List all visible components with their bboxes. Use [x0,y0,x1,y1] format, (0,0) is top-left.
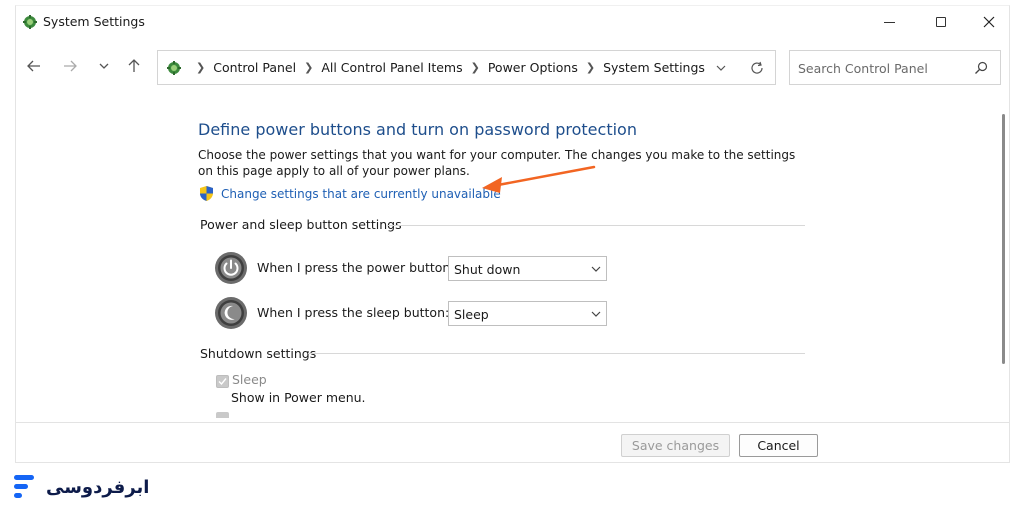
arrow-right-icon [64,60,77,72]
close-button[interactable] [966,6,1009,38]
power-icon [215,252,247,284]
divider [388,225,805,226]
search-box[interactable] [789,50,1001,85]
refresh-icon [751,61,763,74]
change-settings-label[interactable]: Change settings that are currently unava… [221,187,501,201]
chevron-right-icon[interactable]: ❯ [304,61,313,74]
minimize-button[interactable] [866,6,912,38]
power-button-label: When I press the power button: [257,260,455,275]
next-checkbox-partial[interactable] [216,412,229,418]
chevron-down-icon [591,311,601,317]
breadcrumb-power-options[interactable]: Power Options [488,60,578,75]
save-changes-button[interactable]: Save changes [621,434,730,457]
brand-logo: ابرفردوسی [14,472,149,502]
search-input[interactable] [798,59,968,77]
change-settings-link[interactable]: Change settings that are currently unava… [198,185,501,202]
breadcrumb: ❯ Control Panel ❯ All Control Panel Item… [188,51,705,84]
chevron-right-icon[interactable]: ❯ [471,61,480,74]
arrow-left-icon [27,60,40,72]
sleep-button-select[interactable]: Sleep [448,301,607,326]
maximize-icon [936,17,946,27]
address-bar[interactable]: ❯ Control Panel ❯ All Control Panel Item… [157,50,776,85]
maximize-button[interactable] [918,6,964,38]
sleep-checkbox-label: Sleep [232,372,267,387]
divider [308,353,805,354]
power-button-select[interactable]: Shut down [448,256,607,281]
power-button-row: When I press the power button: Shut down [214,251,607,285]
sleep-button-value: Sleep [454,307,489,322]
breadcrumb-all-items[interactable]: All Control Panel Items [321,60,462,75]
power-sleep-heading: Power and sleep button settings [200,217,402,232]
search-icon[interactable] [973,60,989,76]
chevron-down-icon [716,65,726,71]
breadcrumb-system-settings[interactable]: System Settings [603,60,705,75]
arrow-up-icon [128,59,140,72]
annotation-arrow-icon [482,165,596,193]
checkmark-icon [218,378,227,386]
address-dropdown-button[interactable] [713,60,729,76]
page-title: Define power buttons and turn on passwor… [198,120,637,139]
chevron-right-icon[interactable]: ❯ [586,61,595,74]
cancel-button[interactable]: Cancel [739,434,818,457]
refresh-button[interactable] [748,59,766,77]
uac-shield-icon [200,186,213,201]
scrollbar-thumb[interactable] [1002,114,1005,364]
logo-mark-icon [14,475,34,498]
sleep-checkbox-sublabel: Show in Power menu. [231,390,366,405]
back-button[interactable] [22,54,46,78]
vertical-scrollbar[interactable] [1001,98,1007,418]
sleep-checkbox[interactable] [216,375,229,388]
moon-icon [215,297,247,329]
chevron-right-icon: ❯ [196,61,206,74]
footer-divider [16,422,1009,423]
settings-window: System Settings ❯ Control Panel ❯ All Co… [15,5,1010,463]
control-panel-icon [167,61,181,75]
power-button-value: Shut down [454,262,521,277]
shutdown-heading: Shutdown settings [200,346,317,361]
sleep-button-row: When I press the sleep button: Sleep [214,296,607,330]
close-icon [983,16,995,28]
minimize-icon [883,21,895,23]
up-button[interactable] [122,54,146,78]
logo-text: ابرفردوسی [46,476,150,498]
control-panel-icon [23,15,37,29]
forward-button[interactable] [58,54,82,78]
window-title: System Settings [43,14,145,29]
recent-locations-button[interactable] [92,54,116,78]
breadcrumb-control-panel[interactable]: Control Panel [213,60,296,75]
chevron-down-icon [99,63,109,69]
chevron-down-icon [591,266,601,272]
title-bar[interactable]: System Settings [16,6,1009,40]
sleep-button-label: When I press the sleep button: [257,305,450,320]
